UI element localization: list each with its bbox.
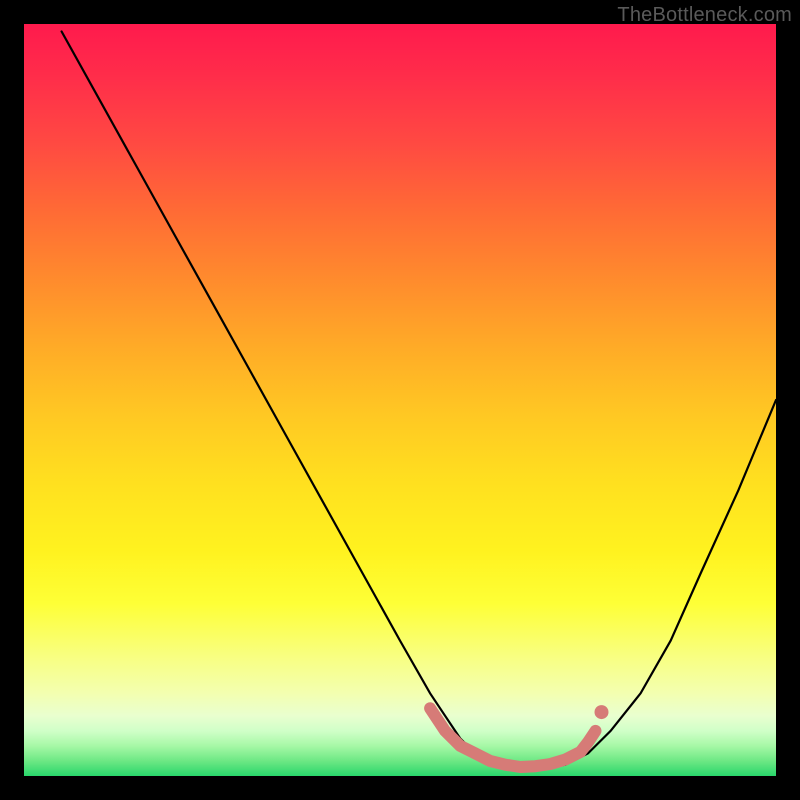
curve-layer	[24, 24, 776, 776]
plot-area	[24, 24, 776, 776]
chart-frame: TheBottleneck.com	[0, 0, 800, 800]
watermark-text: TheBottleneck.com	[617, 4, 792, 27]
bottleneck-curve	[62, 32, 776, 769]
highlight-segment	[430, 708, 595, 767]
highlight-dot	[595, 705, 609, 719]
